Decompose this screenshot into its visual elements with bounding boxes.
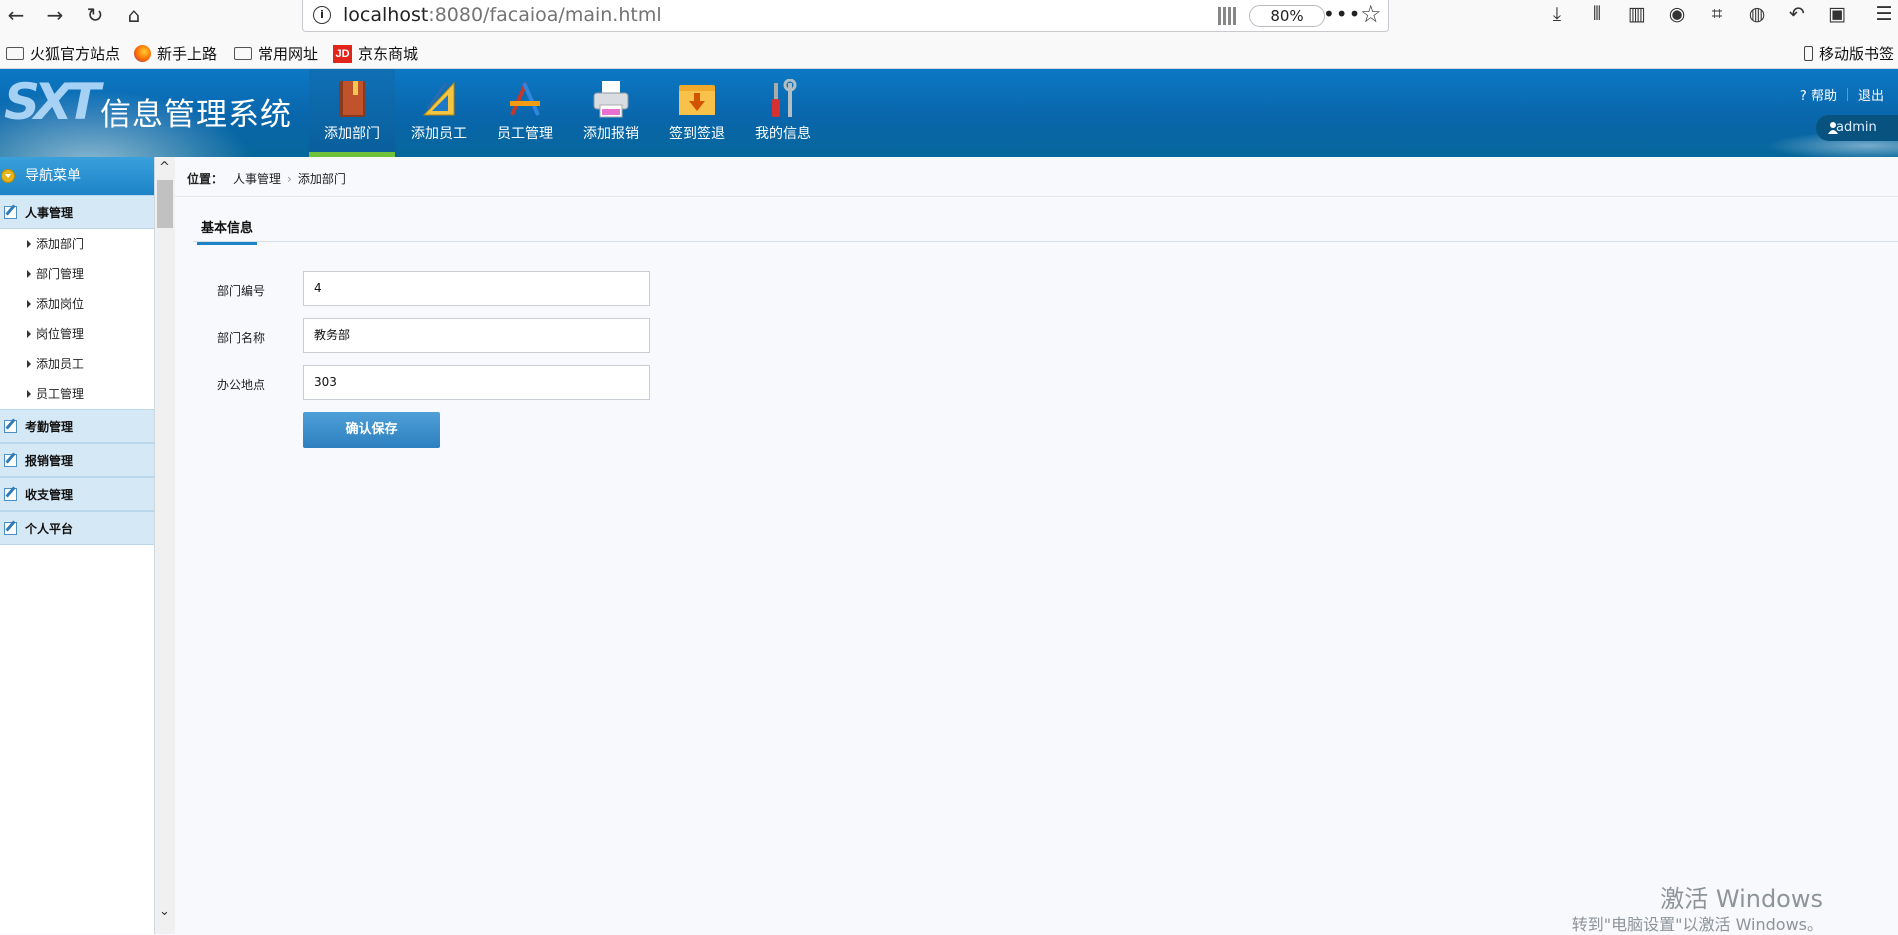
zoom-level[interactable]: 80%: [1249, 5, 1325, 27]
nav-add-employee[interactable]: 添加员工: [396, 69, 482, 157]
extension-icon[interactable]: ▣: [1823, 3, 1851, 29]
qr-code-icon[interactable]: [1218, 7, 1236, 25]
user-badge[interactable]: admin: [1816, 115, 1898, 141]
scrollbar-thumb[interactable]: [157, 180, 173, 228]
bookmark-item[interactable]: JD 京东商城: [333, 43, 418, 64]
screwdriver-wrench-icon: [772, 79, 797, 117]
activation-watermark-subtitle: 转到"电脑设置"以激活 Windows。: [1571, 915, 1823, 934]
bookmark-star-icon[interactable]: ☆: [1360, 0, 1382, 28]
sidebar-group-personnel[interactable]: 人事管理: [0, 195, 154, 229]
department-name-input[interactable]: 教务部: [303, 318, 650, 353]
firefox-icon: [134, 45, 151, 62]
help-link[interactable]: ? 帮助: [1800, 85, 1837, 104]
bookmark-item[interactable]: 常用网址: [234, 43, 318, 64]
jd-logo-icon: JD: [333, 44, 352, 63]
phone-icon: [1804, 46, 1813, 61]
browser-chrome: ← → ↻ ⌂ i localhost:8080/facaioa/main.ht…: [0, 0, 1898, 69]
sidebar-scrollbar[interactable]: [155, 157, 175, 934]
sidebar-item-add-department[interactable]: 添加部门: [0, 229, 154, 259]
breadcrumb-item[interactable]: 添加部门: [298, 172, 346, 186]
sidebar-item-add-position[interactable]: 添加岗位: [0, 289, 154, 319]
edit-icon: [4, 522, 17, 535]
nav-my-info[interactable]: 我的信息: [740, 69, 826, 157]
department-id-label: 部门编号: [217, 284, 266, 298]
forward-icon[interactable]: →: [41, 2, 69, 28]
nav-add-reimbursement[interactable]: 添加报销: [568, 69, 654, 157]
office-location-input[interactable]: 303: [303, 365, 650, 400]
sidebar-item-employee-management[interactable]: 员工管理: [0, 379, 154, 409]
header-links: ? 帮助 退出: [1800, 85, 1884, 104]
scroll-down-icon[interactable]: ⌄: [159, 904, 170, 919]
save-button[interactable]: 确认保存: [303, 412, 440, 448]
bookmarks-bar: 火狐官方站点 新手上路 常用网址 JD 京东商城 移动版书签: [0, 40, 1898, 66]
app-header: SXT 信息管理系统 添加部门 添加员工 员工管理 添加报销 签到签退 我的信息…: [0, 69, 1898, 157]
ruler-icon: [422, 81, 455, 116]
printer-icon: [593, 81, 629, 118]
nav-employee-management[interactable]: 员工管理: [482, 69, 568, 157]
more-icon[interactable]: •••: [1323, 2, 1361, 26]
folder-icon: [6, 47, 24, 60]
edit-icon: [4, 206, 17, 219]
main-content: 位置： 人事管理 › 添加部门 基本信息 部门编号 4 部门名称 教务部 办公地点 3…: [175, 157, 1898, 934]
undo-icon[interactable]: ↶: [1783, 3, 1811, 29]
department-name-label: 部门名称: [217, 331, 266, 345]
download-icon[interactable]: ⤓: [1543, 3, 1571, 29]
sidebar-item-department-management[interactable]: 部门管理: [0, 259, 154, 289]
bookmark-item[interactable]: 新手上路: [134, 43, 217, 64]
divider: [175, 196, 1898, 197]
office-location-label: 办公地点: [217, 378, 266, 392]
screenshot-icon[interactable]: ⌗: [1703, 3, 1731, 29]
sidebar-group-attendance[interactable]: 考勤管理: [0, 409, 154, 443]
logo-icon: SXT: [4, 73, 101, 131]
sidebar-item-add-employee[interactable]: 添加员工: [0, 349, 154, 379]
breadcrumb-separator-icon: ›: [287, 172, 292, 186]
nav-add-department[interactable]: 添加部门: [309, 69, 395, 157]
folder-download-icon: [679, 85, 715, 115]
info-icon[interactable]: i: [313, 6, 331, 24]
library-icon[interactable]: ⫴: [1583, 3, 1611, 29]
account-icon[interactable]: ◉: [1663, 3, 1691, 29]
scroll-up-icon[interactable]: ^: [159, 160, 170, 175]
collapse-icon: [1, 169, 15, 183]
edit-icon: [4, 488, 17, 501]
tools-icon: [510, 82, 540, 116]
url-bar[interactable]: i localhost:8080/facaioa/main.html 80% •…: [302, 0, 1389, 32]
nav-sign-in-out[interactable]: 签到签退: [654, 69, 740, 157]
logout-link[interactable]: 退出: [1858, 85, 1884, 104]
reload-icon[interactable]: ↻: [81, 2, 109, 28]
folder-icon: [234, 47, 252, 60]
back-icon[interactable]: ←: [2, 2, 30, 28]
url-text[interactable]: localhost:8080/facaioa/main.html: [343, 4, 662, 26]
sidebar-heading[interactable]: 导航菜单: [0, 157, 154, 195]
mobile-bookmarks[interactable]: 移动版书签: [1804, 43, 1894, 64]
sidebar-group-finance[interactable]: 收支管理: [0, 477, 154, 511]
book-icon: [339, 81, 365, 117]
sidebar-item-position-management[interactable]: 岗位管理: [0, 319, 154, 349]
activation-watermark: 激活 Windows: [1660, 885, 1823, 913]
edit-icon: [4, 454, 17, 467]
divider: [193, 241, 1898, 242]
app-title: 信息管理系统: [100, 97, 292, 133]
home-icon[interactable]: ⌂: [120, 2, 148, 28]
breadcrumb-item[interactable]: 人事管理: [233, 172, 281, 186]
sidebar-icon[interactable]: ▥: [1623, 3, 1651, 29]
chat-icon[interactable]: ◍: [1743, 3, 1771, 29]
browser-toolbar: ← → ↻ ⌂ i localhost:8080/facaioa/main.ht…: [0, 0, 1898, 32]
bookmark-item[interactable]: 火狐官方站点: [6, 43, 120, 64]
divider: [1846, 88, 1848, 101]
edit-icon: [4, 420, 17, 433]
user-icon: [1828, 122, 1838, 134]
menu-icon[interactable]: ☰: [1870, 3, 1898, 29]
department-id-input[interactable]: 4: [303, 271, 650, 306]
sidebar-group-personal[interactable]: 个人平台: [0, 511, 154, 545]
sidebar: 导航菜单 人事管理 添加部门 部门管理 添加岗位 岗位管理 添加员工 员工管理 …: [0, 157, 155, 934]
sidebar-group-reimbursement[interactable]: 报销管理: [0, 443, 154, 477]
breadcrumb: 位置： 人事管理 › 添加部门: [187, 172, 346, 186]
